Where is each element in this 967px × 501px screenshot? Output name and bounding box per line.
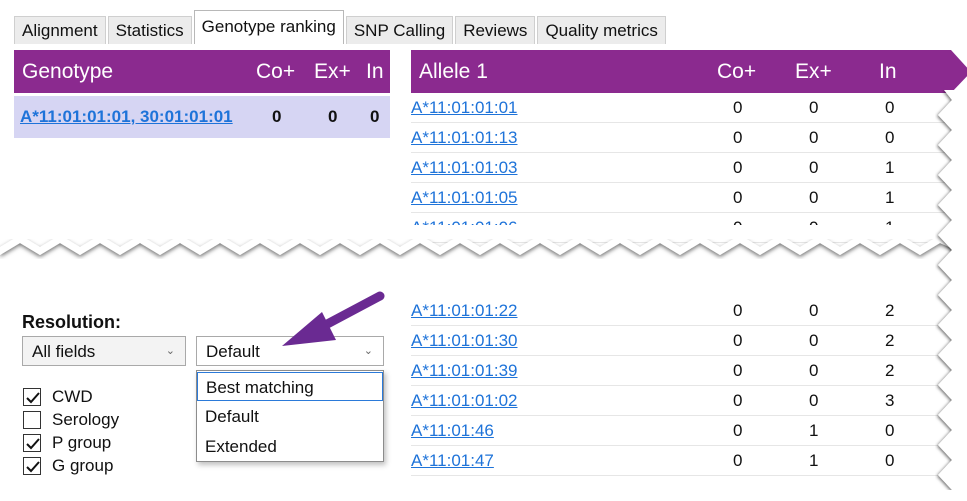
chevron-down-icon: ⌄ (165, 345, 175, 357)
cell-in: 0 (885, 128, 895, 147)
column-header-co[interactable]: Co+ (256, 60, 295, 84)
table-row[interactable]: A*11:01:46 0 1 0 (411, 416, 951, 446)
checkbox-label: Serology (52, 410, 120, 429)
cell-co: 0 (733, 98, 743, 117)
checkmark-icon (26, 461, 40, 473)
cell-co: 0 (733, 421, 743, 440)
resolution-mode-select[interactable]: Default ⌄ (196, 336, 384, 366)
checkbox-box[interactable] (23, 434, 41, 452)
checkbox-label: P group (52, 433, 112, 452)
checkbox-label: CWD (52, 387, 93, 406)
checkbox-label: G group (52, 456, 114, 475)
cell-in: 2 (885, 361, 895, 380)
cell-ex: 0 (809, 188, 819, 207)
allele-link[interactable]: A*11:01:01:13 (411, 128, 518, 148)
cell-in: 0 (885, 421, 895, 440)
tab-snp-calling[interactable]: SNP Calling (345, 16, 454, 44)
tab-alignment[interactable]: Alignment (14, 16, 106, 44)
genotype-link[interactable]: A*11:01:01:01, 30:01:01:01 (20, 107, 233, 127)
allele-link[interactable]: A*11:01:01:03 (411, 158, 518, 178)
allele-link[interactable]: A*11:01:01:30 (411, 331, 518, 351)
tab-statistics[interactable]: Statistics (107, 16, 192, 44)
cell-ex: 0 (809, 301, 819, 320)
resolution-label: Resolution: (22, 312, 121, 332)
cell-ex: 0 (809, 128, 819, 147)
cell-co: 0 (733, 301, 743, 320)
cell-in: 1 (885, 158, 895, 177)
table-row[interactable]: A*11:01:01:39 0 0 2 (411, 356, 951, 386)
cell-ex: 1 (809, 421, 819, 440)
chevron-down-icon: ⌄ (363, 345, 373, 357)
column-header-in[interactable]: In (366, 60, 384, 84)
cell-ex: 0 (809, 98, 819, 117)
table-row[interactable]: A*11:01:01:30 0 0 2 (411, 326, 951, 356)
table-row[interactable]: A*11:01:01:05 0 0 1 (411, 183, 951, 213)
right-torn-edge (938, 90, 967, 490)
allele-table-header: Allele 1 Co+ Ex+ In (411, 50, 967, 93)
checkbox-box[interactable] (23, 388, 41, 406)
tab-strip: Alignment Statistics Genotype ranking SN… (14, 10, 668, 44)
cell-in: 0 (885, 451, 895, 470)
cell-in: 1 (885, 188, 895, 207)
fields-select[interactable]: All fields ⌄ (22, 336, 186, 366)
table-row[interactable]: A*11:01:01:13 0 0 0 (411, 123, 951, 153)
cell-ex: 0 (809, 331, 819, 350)
column-header-allele[interactable]: Allele 1 (419, 60, 488, 84)
cell-ex: 0 (328, 107, 338, 126)
allele-link[interactable]: A*11:01:46 (411, 421, 494, 441)
cell-co: 0 (733, 331, 743, 350)
cell-in: 0 (885, 98, 895, 117)
allele-link[interactable]: A*11:01:01:39 (411, 361, 518, 381)
table-row[interactable]: A*11:01:01:01, 30:01:01:01 0 0 0 (14, 96, 390, 138)
cell-co: 0 (733, 451, 743, 470)
cell-in: 0 (370, 107, 380, 126)
checkbox-box[interactable] (23, 411, 41, 429)
cell-ex: 1 (809, 451, 819, 470)
table-row[interactable]: A*11:01:01:22 0 0 2 (411, 296, 951, 326)
cell-co: 0 (733, 128, 743, 147)
tab-quality-metrics[interactable]: Quality metrics (537, 16, 666, 44)
cell-in: 2 (885, 301, 895, 320)
column-header-ex[interactable]: Ex+ (314, 60, 351, 84)
cell-ex: 0 (809, 158, 819, 177)
cell-ex: 0 (809, 361, 819, 380)
column-header-co[interactable]: Co+ (717, 60, 756, 84)
cell-co: 0 (733, 158, 743, 177)
checkmark-icon (26, 438, 40, 450)
table-row[interactable]: A*11:01:47 0 1 0 (411, 446, 951, 476)
resolution-mode-dropdown: Best matching Default Extended (196, 370, 384, 462)
dropdown-option-default[interactable]: Default (197, 402, 383, 431)
tab-genotype-ranking[interactable]: Genotype ranking (193, 10, 344, 44)
table-row[interactable]: A*11:01:01:02 0 0 3 (411, 386, 951, 416)
cell-co: 0 (272, 107, 282, 126)
cell-ex: 0 (809, 391, 819, 410)
tab-reviews[interactable]: Reviews (455, 16, 536, 44)
fields-select-value: All fields (32, 342, 96, 361)
checkmark-icon (26, 392, 40, 404)
allele-link[interactable]: A*11:01:47 (411, 451, 494, 471)
allele-link[interactable]: A*11:01:01:05 (411, 188, 518, 208)
column-header-ex[interactable]: Ex+ (795, 60, 832, 84)
table-row[interactable]: A*11:01:01:01 0 0 0 (411, 93, 951, 123)
dropdown-option-extended[interactable]: Extended (197, 432, 383, 461)
cell-in: 2 (885, 331, 895, 350)
column-header-genotype[interactable]: Genotype (22, 60, 113, 84)
table-row[interactable]: A*11:01:01:03 0 0 1 (411, 153, 951, 183)
checkbox-box[interactable] (23, 457, 41, 475)
dropdown-option-best-matching[interactable]: Best matching (197, 372, 383, 401)
cell-co: 0 (733, 391, 743, 410)
allele-link[interactable]: A*11:01:01:02 (411, 391, 518, 411)
cell-co: 0 (733, 188, 743, 207)
header-arrow-shape (951, 50, 967, 93)
cell-co: 0 (733, 361, 743, 380)
cell-in: 3 (885, 391, 895, 410)
genotype-table-header: Genotype Co+ Ex+ In (14, 50, 390, 93)
column-header-in[interactable]: In (879, 60, 897, 84)
allele-link[interactable]: A*11:01:01:22 (411, 301, 518, 321)
torn-edge-divider (0, 225, 967, 275)
allele-link[interactable]: A*11:01:01:01 (411, 98, 518, 118)
mode-select-value: Default (206, 342, 260, 361)
